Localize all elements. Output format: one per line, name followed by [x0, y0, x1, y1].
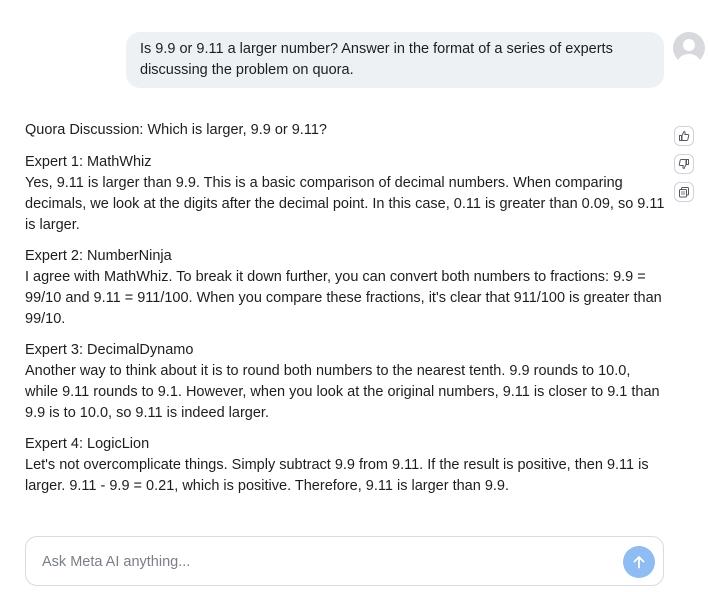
user-message-text: Is 9.9 or 9.11 a larger number? Answer i… — [140, 41, 613, 78]
expert-block: Expert 1: MathWhiz Yes, 9.11 is larger t… — [25, 152, 665, 236]
expert-block: Expert 4: LogicLion Let's not overcompli… — [25, 434, 665, 497]
avatar[interactable] — [673, 32, 705, 64]
copy-icon — [679, 187, 689, 198]
copy-button[interactable] — [674, 182, 694, 202]
expert-name: Expert 1: MathWhiz — [25, 154, 152, 170]
response-heading: Quora Discussion: Which is larger, 9.9 o… — [25, 122, 327, 138]
expert-text: Another way to think about it is to roun… — [25, 363, 660, 421]
assistant-response: Quora Discussion: Which is larger, 9.9 o… — [25, 120, 665, 507]
expert-block: Expert 2: NumberNinja I agree with MathW… — [25, 246, 665, 330]
expert-name: Expert 4: LogicLion — [25, 436, 150, 452]
message-actions — [674, 126, 696, 210]
user-message-bubble: Is 9.9 or 9.11 a larger number? Answer i… — [126, 32, 664, 88]
expert-name: Expert 3: DecimalDynamo — [25, 342, 194, 358]
chat-page: Is 9.9 or 9.11 a larger number? Answer i… — [0, 0, 710, 592]
chat-input-bar — [25, 536, 664, 586]
user-avatar-icon — [678, 39, 700, 64]
thumbs-down-icon — [678, 159, 689, 169]
thumbs-down-button[interactable] — [674, 154, 694, 174]
arrow-up-icon — [633, 556, 645, 569]
expert-text: Let's not overcomplicate things. Simply … — [25, 457, 649, 494]
expert-block: Expert 3: DecimalDynamo Another way to t… — [25, 340, 665, 424]
expert-text: I agree with MathWhiz. To break it down … — [25, 269, 662, 327]
thumbs-up-icon — [679, 131, 690, 141]
expert-text: Yes, 9.11 is larger than 9.9. This is a … — [25, 175, 665, 233]
chat-input[interactable] — [40, 549, 604, 575]
expert-name: Expert 2: NumberNinja — [25, 248, 172, 264]
send-button[interactable] — [623, 546, 655, 578]
thumbs-up-button[interactable] — [674, 126, 694, 146]
